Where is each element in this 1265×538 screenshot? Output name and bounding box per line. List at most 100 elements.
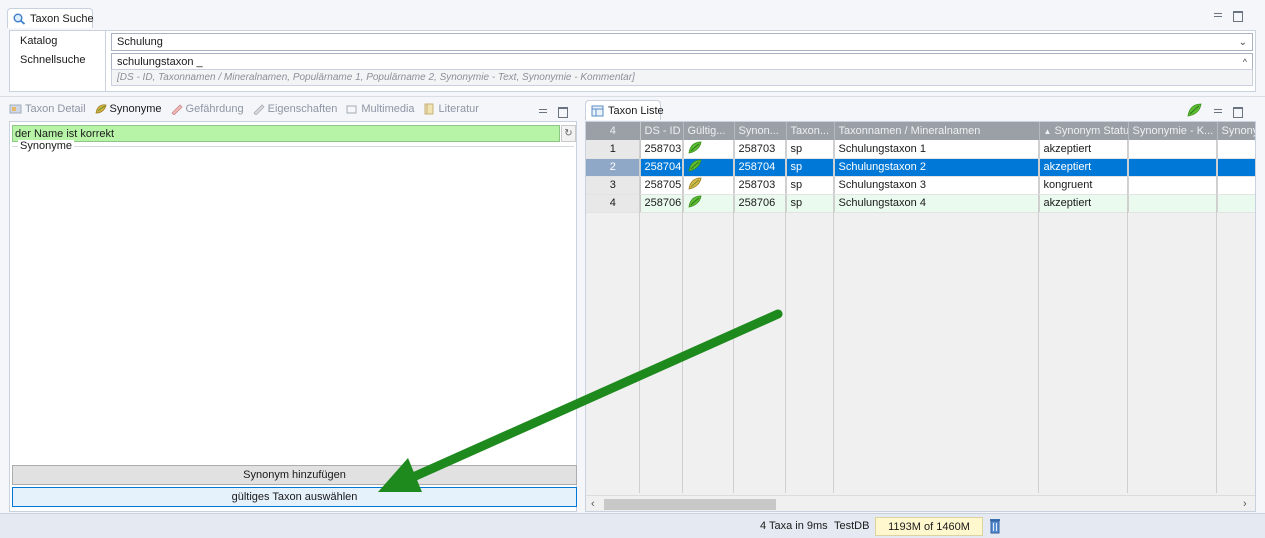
header-synonymie-text[interactable]: Synony	[1217, 122, 1255, 140]
valid-leaf-icon	[688, 195, 702, 211]
minimize-icon[interactable]	[1213, 106, 1223, 116]
column-gridline	[833, 140, 834, 493]
column-gridline	[639, 140, 640, 493]
header-synonym-id[interactable]: Synon...	[734, 122, 787, 140]
header-synonym-status[interactable]: ▲ Synonym Status	[1039, 122, 1129, 140]
database-name: TestDB	[834, 520, 870, 532]
name-status-text: der Name ist korrekt	[15, 127, 115, 140]
valid-leaf-icon	[688, 159, 702, 175]
header-gueltig[interactable]: Gültig...	[683, 122, 735, 140]
minimize-icon[interactable]	[538, 106, 548, 116]
synonym-leaf-icon	[688, 177, 702, 193]
tab-label: Taxon Liste	[608, 104, 664, 117]
cell-synonymie-text	[1217, 176, 1255, 195]
synonyme-icon	[94, 103, 107, 115]
row-number: 1	[586, 140, 641, 159]
row-number: 3	[586, 176, 641, 195]
cell-synonymie-kommentar	[1128, 158, 1218, 177]
cell-synonym-id: 258703	[734, 140, 787, 159]
header-synonymie-kommentar[interactable]: Synonymie - K...	[1128, 122, 1218, 140]
tab-synonyme[interactable]: Synonyme	[91, 99, 165, 119]
cell-synonymie-text	[1217, 158, 1255, 177]
column-gridline	[1038, 140, 1039, 493]
search-panel: Katalog Schnellsuche Schulung ⌄ schulung…	[9, 30, 1256, 92]
table-body: 1 258703 258703 sp Schulungstaxon 1 akzeptier…	[586, 140, 1255, 213]
gefaehrdung-icon	[170, 103, 183, 116]
cell-synonymie-text	[1217, 140, 1255, 159]
cell-gueltig	[683, 140, 735, 159]
tab-label: Taxon Detail	[25, 103, 86, 115]
katalog-value: Schulung	[117, 36, 163, 48]
cell-taxonname: Schulungstaxon 4	[834, 194, 1040, 213]
cell-synonym-id: 258703	[734, 176, 787, 195]
column-gridline	[1127, 140, 1128, 493]
header-count[interactable]: 4	[586, 122, 641, 140]
cell-gueltig	[683, 158, 735, 177]
tab-label: Eigenschaften	[267, 103, 338, 115]
tab-taxon-detail[interactable]: Taxon Detail	[6, 99, 89, 119]
katalog-select[interactable]: Schulung ⌄	[111, 33, 1253, 51]
tab-literatur[interactable]: Literatur	[420, 99, 482, 119]
leaf-icon[interactable]	[1187, 103, 1202, 120]
scroll-left-icon[interactable]: ‹	[591, 498, 595, 510]
minimize-icon[interactable]	[1213, 10, 1223, 20]
maximize-icon[interactable]	[1233, 10, 1243, 20]
maximize-icon[interactable]	[558, 106, 568, 116]
cell-synonym-status: akzeptiert	[1039, 140, 1129, 159]
scroll-right-icon[interactable]: ›	[1243, 498, 1247, 510]
select-valid-taxon-button[interactable]: gültiges Taxon auswählen	[12, 487, 577, 507]
cell-taxon-rank: sp	[786, 158, 835, 177]
horizontal-scrollbar[interactable]: ‹ ›	[586, 495, 1255, 511]
schnellsuche-hint-box: [DS - ID, Taxonnamen / Mineralnamen, Pop…	[111, 69, 1253, 86]
tab-label: Synonyme	[109, 103, 162, 115]
cell-synonym-status: akzeptiert	[1039, 158, 1129, 177]
table-row[interactable]: 3 258705 258703 sp Schulungstaxon 3 kongruent	[586, 176, 1255, 195]
cell-ds-id: 258706	[640, 194, 684, 213]
cell-ds-id: 258705	[640, 176, 684, 195]
garbage-collect-icon[interactable]	[989, 518, 1001, 537]
maximize-icon[interactable]	[1233, 106, 1243, 116]
multimedia-icon	[345, 103, 358, 115]
chevron-down-icon[interactable]: ⌄	[1239, 37, 1247, 48]
scrollbar-thumb[interactable]	[604, 499, 776, 510]
cell-taxon-rank: sp	[786, 176, 835, 195]
name-status-field: der Name ist korrekt	[12, 125, 560, 142]
header-taxon-rank[interactable]: Taxon...	[786, 122, 835, 140]
cell-ds-id: 258704	[640, 158, 684, 177]
sort-asc-icon: ▲	[1043, 127, 1052, 136]
search-icon	[13, 13, 26, 25]
tab-eigenschaften[interactable]: Eigenschaften	[249, 99, 341, 119]
chevron-up-icon[interactable]: ^	[1243, 57, 1247, 67]
cell-synonymie-kommentar	[1128, 194, 1218, 213]
table-header: 4 DS - ID Gültig... Synon... Taxon... Ta…	[586, 122, 1255, 140]
schnellsuche-input[interactable]: schulungstaxon _ ^	[111, 53, 1253, 69]
tab-taxon-suche[interactable]: Taxon Suche	[7, 8, 94, 28]
cell-gueltig	[683, 176, 735, 195]
table-row[interactable]: 1 258703 258703 sp Schulungstaxon 1 akzeptier…	[586, 140, 1255, 159]
tab-label: Literatur	[438, 103, 479, 115]
synonyme-panel: der Name ist korrekt ↻ Synonyme Synonym …	[9, 121, 577, 512]
valid-leaf-icon	[688, 141, 702, 157]
cell-synonymie-kommentar	[1128, 140, 1218, 159]
tab-gefaehrdung[interactable]: Gefährdung	[167, 99, 247, 119]
taxon-liste-part: Taxon Liste 4 DS - ID Gültig... Synon...…	[582, 97, 1265, 513]
cell-taxon-rank: sp	[786, 194, 835, 213]
cell-synonymie-kommentar	[1128, 176, 1218, 195]
tab-label: Gefährdung	[185, 103, 244, 115]
table-row[interactable]: 2 258704 258704 sp Schulungstaxon 2 akzeptier…	[586, 158, 1255, 177]
header-taxonnamen[interactable]: Taxonnamen / Mineralnamen	[834, 122, 1040, 140]
cell-synonym-id: 258706	[734, 194, 787, 213]
synonyme-group-label: Synonyme	[18, 140, 74, 152]
katalog-label: Katalog	[20, 35, 58, 47]
tab-multimedia[interactable]: Multimedia	[342, 99, 417, 119]
schnellsuche-value: schulungstaxon _	[117, 55, 203, 68]
tab-taxon-liste[interactable]: Taxon Liste	[585, 100, 664, 120]
row-number: 2	[586, 158, 641, 177]
header-ds-id[interactable]: DS - ID	[640, 122, 684, 140]
add-synonym-button[interactable]: Synonym hinzufügen	[12, 465, 577, 485]
refresh-button[interactable]: ↻	[561, 125, 576, 142]
taxon-detail-icon	[9, 103, 22, 115]
cell-synonym-status: kongruent	[1039, 176, 1129, 195]
synonyme-part: Taxon Detail Synonyme Gefährdung Eigensc…	[0, 97, 582, 513]
table-row[interactable]: 4 258706 258706 sp Schulungstaxon 4 akzeptier…	[586, 194, 1255, 213]
